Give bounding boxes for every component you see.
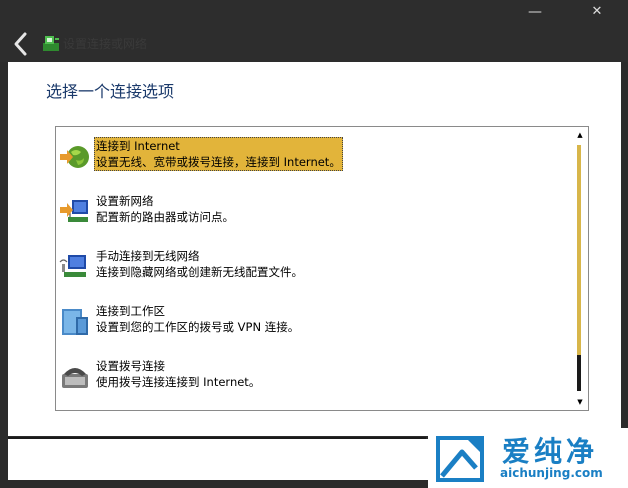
option-description: 设置到您的工作区的拨号或 VPN 连接。	[96, 320, 300, 334]
option-text: 设置拨号连接 使用拨号连接连接到 Internet。	[94, 357, 262, 391]
scroll-up-arrow-icon[interactable]: ▲	[572, 127, 588, 143]
option-title: 手动连接到无线网络	[96, 249, 200, 263]
wizard-title: 设置连接或网络	[63, 37, 148, 51]
scroll-down-arrow-icon[interactable]: ▼	[572, 394, 588, 410]
option-description: 使用拨号连接连接到 Internet。	[96, 375, 261, 389]
back-arrow-icon[interactable]	[8, 30, 34, 58]
new-network-icon	[60, 200, 88, 222]
minimize-button[interactable]: —	[521, 2, 549, 22]
option-text: 手动连接到无线网络 连接到隐藏网络或创建新无线配置文件。	[94, 247, 305, 281]
workplace-icon	[62, 309, 88, 335]
option-description: 设置无线、宽带或拨号连接，连接到 Internet。	[96, 155, 341, 169]
option-title: 连接到工作区	[96, 304, 165, 318]
option-title: 设置新网络	[96, 194, 154, 208]
watermark-logo-icon	[436, 436, 484, 482]
wizard-content: 选择一个连接选项 连接到 Internet 设置无线、宽带或拨号连接，连接到 I…	[8, 62, 621, 436]
option-new-network[interactable]: 设置新网络 配置新的路由器或访问点。	[56, 191, 556, 231]
title-bar: — ✕ 设置连接或网络	[0, 0, 628, 62]
option-title: 设置拨号连接	[96, 359, 165, 373]
wireless-network-icon	[59, 255, 86, 277]
option-manual-wireless[interactable]: 手动连接到无线网络 连接到隐藏网络或创建新无线配置文件。	[56, 246, 556, 286]
close-button[interactable]: ✕	[583, 2, 611, 22]
option-description: 配置新的路由器或访问点。	[96, 210, 234, 224]
option-connect-workplace[interactable]: 连接到工作区 设置到您的工作区的拨号或 VPN 连接。	[56, 301, 556, 341]
watermark: 爱纯净 aichunjing.com	[428, 428, 628, 488]
watermark-url: aichunjing.com	[500, 466, 603, 480]
option-text: 连接到工作区 设置到您的工作区的拨号或 VPN 连接。	[94, 302, 301, 336]
connection-options-list[interactable]: 连接到 Internet 设置无线、宽带或拨号连接，连接到 Internet。 …	[55, 126, 589, 411]
dialup-phone-icon	[62, 368, 88, 388]
option-text: 设置新网络 配置新的路由器或访问点。	[94, 192, 236, 226]
scroll-thumb[interactable]	[577, 355, 581, 391]
option-connect-internet[interactable]: 连接到 Internet 设置无线、宽带或拨号连接，连接到 Internet。	[56, 136, 556, 176]
option-title: 连接到 Internet	[96, 139, 180, 153]
option-text: 连接到 Internet 设置无线、宽带或拨号连接，连接到 Internet。	[94, 137, 343, 171]
globe-connect-icon	[60, 146, 89, 168]
option-dialup[interactable]: 设置拨号连接 使用拨号连接连接到 Internet。	[56, 356, 556, 396]
option-description: 连接到隐藏网络或创建新无线配置文件。	[96, 265, 303, 279]
vertical-scrollbar[interactable]: ▲ ▼	[572, 127, 588, 410]
watermark-brand: 爱纯净	[502, 435, 599, 468]
network-wizard-icon	[43, 36, 59, 51]
page-heading: 选择一个连接选项	[46, 82, 175, 101]
